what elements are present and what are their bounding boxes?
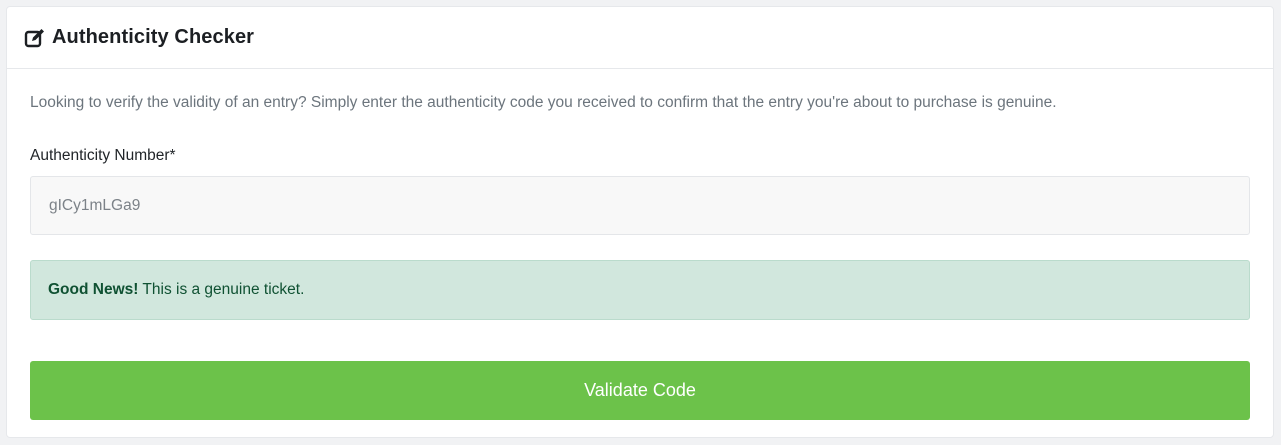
success-alert: Good News! This is a genuine ticket. <box>30 260 1250 320</box>
card-body: Looking to verify the validity of an ent… <box>7 69 1273 420</box>
authenticity-number-label: Authenticity Number* <box>30 147 176 164</box>
card-header: Authenticity Checker <box>7 7 1273 69</box>
authenticity-checker-card: Authenticity Checker Looking to verify t… <box>6 6 1274 438</box>
alert-message: This is a genuine ticket. <box>142 281 305 298</box>
alert-strong-text: Good News! <box>48 281 139 298</box>
description-text: Looking to verify the validity of an ent… <box>30 94 1057 111</box>
validate-code-button[interactable]: Validate Code <box>30 361 1250 420</box>
edit-icon <box>24 27 46 49</box>
page-title: Authenticity Checker <box>52 26 255 48</box>
authenticity-number-input[interactable] <box>30 176 1250 235</box>
